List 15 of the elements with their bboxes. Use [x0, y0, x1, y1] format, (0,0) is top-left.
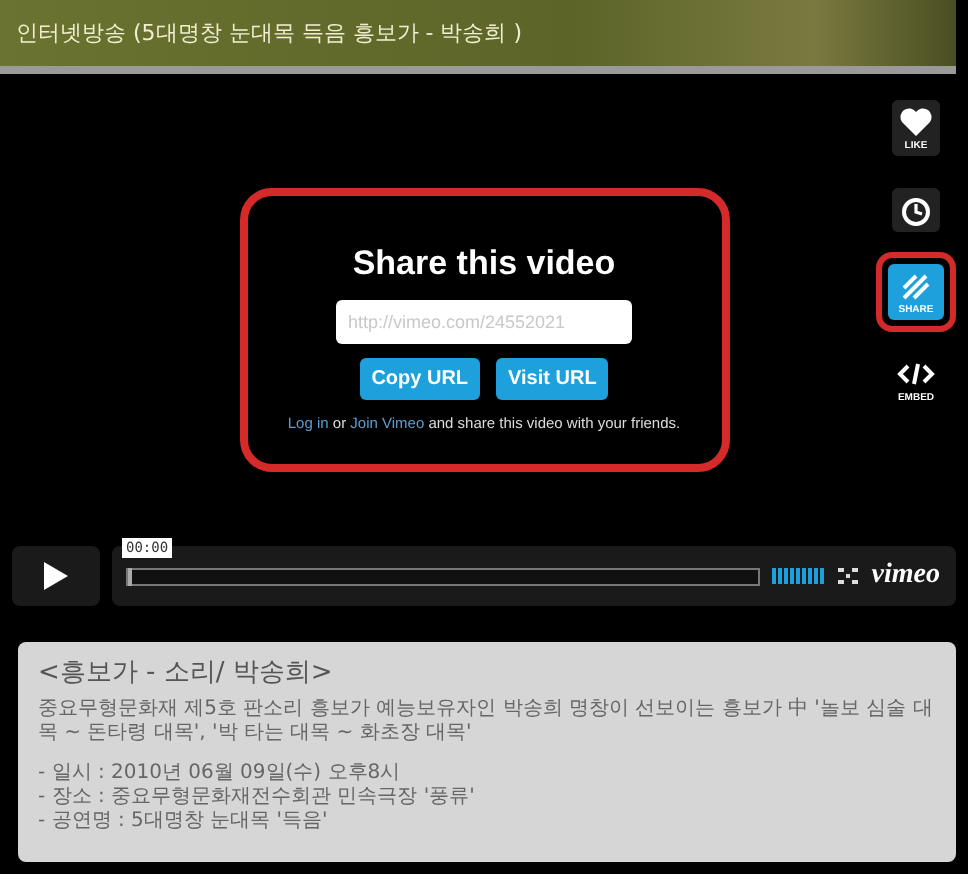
side-button[interactable] [892, 188, 940, 232]
detail-line: - 일시 : 2010년 06월 09일(수) 오후8시 [38, 762, 403, 786]
play-icon [42, 560, 70, 592]
volume-meter[interactable] [771, 568, 824, 584]
fullscreen-icon[interactable] [835, 566, 860, 586]
description-text: 중요무형문화재 제5호 판소리 흥보가 예능보유자인 박송희 명창이 선보이는 흥보가 中 '놀보 심술 대목 ~ 돈타령 대목', '박 타는 대목 ~ 화초장 대목' [38, 698, 935, 746]
clock-icon [896, 192, 936, 228]
description-heading: <흥보가 - 소리/ 박송희> [38, 656, 335, 690]
play-button[interactable] [12, 546, 100, 606]
page-title: 인터넷방송 (5대명창 눈대목 득음 흥보가 - 박송희 ) [16, 18, 523, 48]
vimeo-logo[interactable]: vimeo [871, 560, 940, 592]
detail-line: - 장소 : 중요무형문화재전수회관 민속극장 '풍류' [38, 786, 477, 810]
heart-icon [896, 104, 936, 140]
detail-line: - 공연명 : 5대명창 눈대목 '득음' [38, 810, 330, 834]
dialog-title: Share this video [352, 244, 616, 284]
